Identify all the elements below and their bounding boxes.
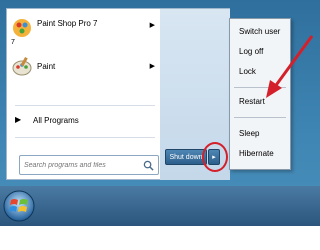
all-programs-arrow-icon: ▶ — [15, 115, 22, 124]
windows-start-orb-icon[interactable] — [2, 189, 36, 223]
start-menu-programs-pane: Paint Shop Pro 7 7 ▶ Paint ▶ ▶ All Progr… — [6, 8, 160, 180]
highlight-circle — [202, 142, 228, 172]
image-bottom-margin — [0, 226, 320, 250]
pointer-arrow-icon — [266, 35, 314, 98]
all-programs-label: All Programs — [33, 116, 79, 125]
paint-icon — [12, 57, 32, 76]
start-search-box[interactable] — [19, 155, 159, 175]
all-programs-item[interactable]: ▶ All Programs — [7, 111, 161, 131]
menu-divider — [15, 137, 155, 138]
menu-divider — [15, 105, 155, 106]
paint-shop-pro-icon — [13, 19, 31, 37]
program-sublabel: 7 — [11, 39, 15, 46]
program-label: Paint — [37, 62, 56, 71]
search-input[interactable] — [24, 159, 142, 172]
search-icon — [143, 160, 154, 171]
program-item-paint-shop-pro[interactable]: Paint Shop Pro 7 7 ▶ — [7, 13, 161, 46]
menu-divider — [234, 117, 286, 118]
menu-item-sleep[interactable]: Sleep — [230, 127, 290, 141]
submenu-arrow-icon: ▶ — [149, 22, 155, 29]
menu-item-hibernate[interactable]: Hibernate — [230, 147, 290, 161]
program-label: Paint Shop Pro 7 — [37, 19, 98, 28]
shut-down-label: Shut down — [169, 153, 203, 161]
shut-down-button[interactable]: Shut down — [165, 149, 207, 165]
taskbar — [0, 186, 320, 226]
program-item-paint[interactable]: Paint ▶ — [7, 51, 161, 81]
submenu-arrow-icon: ▶ — [149, 63, 155, 70]
